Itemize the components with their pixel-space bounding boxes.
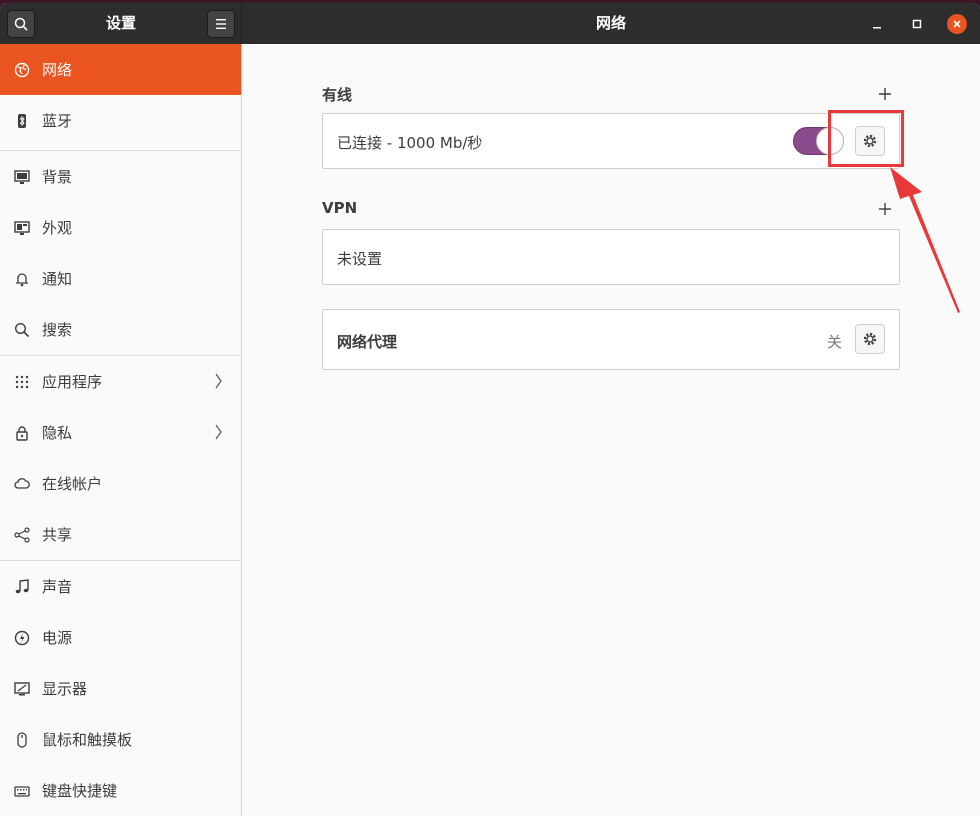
bell-icon [14,271,30,287]
wired-section-title: 有线 [322,86,353,104]
sidebar-item-label: 电源 [42,629,73,647]
sidebar-item-online-accounts[interactable]: 在线帐户 [0,458,241,509]
wired-connection-row: 已连接 - 1000 Mb/秒 [322,113,900,169]
sidebar-item-sharing[interactable]: 共享 [0,509,241,560]
vpn-section-title: VPN [322,199,358,217]
sidebar-item-label: 鼠标和触摸板 [42,731,133,749]
hamburger-icon [216,19,226,29]
search-icon [14,17,28,31]
sidebar-item-label: 背景 [42,168,73,186]
sidebar-item-label: 搜索 [42,321,73,339]
sidebar-item-mouse-touchpad[interactable]: 鼠标和触摸板 [0,714,241,765]
display-icon [14,681,30,697]
sidebar-item-privacy[interactable]: 隐私 [0,407,241,458]
vpn-status: 未设置 [337,250,383,268]
lock-icon [14,425,30,441]
sidebar-item-sound[interactable]: 声音 [0,561,241,612]
sidebar-item-keyboard-shortcuts[interactable]: 键盘快捷键 [0,765,241,816]
gear-icon [863,332,877,346]
sidebar-item-label: 显示器 [42,680,88,698]
sidebar-item-search[interactable]: 搜索 [0,304,241,355]
header-bar: 设置 网络 [0,3,980,44]
minimize-button[interactable] [867,14,887,34]
share-icon [14,526,30,543]
sidebar-item-label: 通知 [42,270,73,288]
apps-grid-icon [14,374,30,390]
minimize-icon [873,27,881,29]
mouse-icon [14,731,30,748]
sidebar-item-label: 共享 [42,526,73,544]
sidebar-item-applications[interactable]: 应用程序 [0,356,241,407]
sidebar-item-label: 网络 [42,61,73,79]
sidebar-item-label: 外观 [42,219,73,237]
annotation-highlight-box [828,110,904,167]
music-note-icon [14,578,30,595]
close-button[interactable] [947,14,967,34]
network-icon [14,62,30,78]
bluetooth-icon [14,113,30,129]
proxy-settings-button[interactable] [855,324,885,354]
search-icon [14,322,30,338]
maximize-button[interactable] [907,14,927,34]
sidebar-item-power[interactable]: 电源 [0,612,241,663]
power-icon [14,630,30,646]
settings-window: 设置 网络 网络 蓝牙 背景 外观 通知 搜索 应用程序 隐私 在线帐户 共享 … [0,3,980,816]
close-icon [953,20,961,28]
sidebar-item-label: 键盘快捷键 [42,782,118,800]
sidebar-item-background[interactable]: 背景 [0,151,241,202]
background-icon [14,169,30,185]
proxy-title: 网络代理 [337,333,398,351]
sidebar-title: 设置 [105,14,136,32]
sidebar-item-label: 在线帐户 [42,475,103,493]
sidebar-item-label: 蓝牙 [42,112,73,130]
sidebar-item-label: 隐私 [42,424,73,442]
sidebar-item-network[interactable]: 网络 [0,44,241,95]
keyboard-icon [14,783,30,799]
proxy-status: 关 [827,333,843,351]
chevron-right-icon [215,373,222,389]
vpn-row: 未设置 [322,229,900,285]
maximize-icon [912,19,922,29]
network-proxy-row[interactable]: 网络代理 关 [322,309,900,370]
sidebar-item-bluetooth[interactable]: 蓝牙 [0,95,241,146]
sidebar-header: 设置 [0,3,242,44]
sidebar-item-label: 声音 [42,578,73,596]
add-vpn-button[interactable] [876,200,894,218]
menu-button[interactable] [207,10,235,38]
sidebar-item-displays[interactable]: 显示器 [0,663,241,714]
sidebar-item-notifications[interactable]: 通知 [0,253,241,304]
search-button[interactable] [7,10,35,38]
add-wired-button[interactable] [876,85,894,103]
sidebar: 网络 蓝牙 背景 外观 通知 搜索 应用程序 隐私 在线帐户 共享 声音 电源 … [0,44,242,816]
wired-status: 已连接 - 1000 Mb/秒 [337,134,483,152]
appearance-icon [14,220,30,236]
chevron-right-icon [215,424,222,440]
sidebar-item-label: 应用程序 [42,373,103,391]
cloud-icon [14,476,30,492]
sidebar-item-appearance[interactable]: 外观 [0,202,241,253]
